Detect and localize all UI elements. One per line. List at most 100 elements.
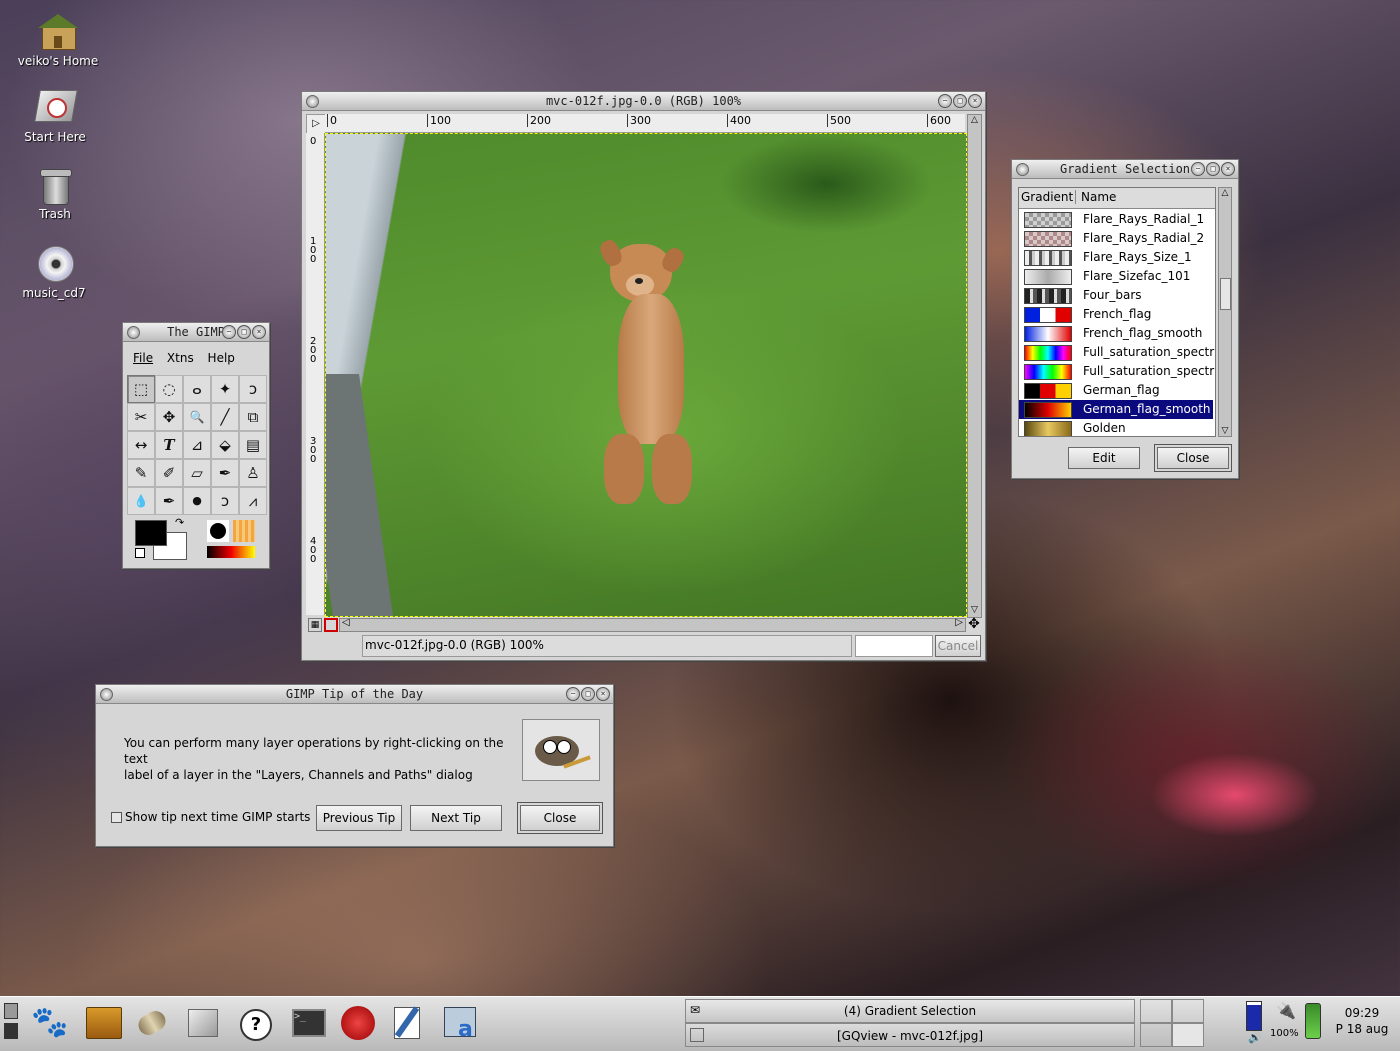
gnome-foot-icon[interactable]: 🐾 — [30, 1003, 70, 1043]
gradient-row[interactable]: Flare_Rays_Size_1 — [1019, 248, 1213, 267]
editor-icon[interactable] — [390, 1003, 430, 1043]
minimize-icon[interactable]: − — [222, 325, 236, 339]
workspace-switcher[interactable] — [4, 1003, 20, 1043]
menu-help[interactable]: Help — [208, 351, 235, 365]
default-colors-icon[interactable] — [135, 548, 145, 558]
edit-button[interactable]: Edit — [1068, 447, 1140, 469]
gradient-row[interactable]: French_flag — [1019, 305, 1213, 324]
brush-preview[interactable] — [207, 520, 229, 542]
close-icon[interactable]: × — [1221, 162, 1235, 176]
drawer-icon[interactable] — [82, 1003, 122, 1043]
desktop-icon-trash[interactable]: Trash — [5, 165, 105, 221]
bucket-fill-tool[interactable]: ⬙ — [211, 431, 239, 459]
minimize-icon[interactable]: − — [566, 687, 580, 701]
pager[interactable] — [1140, 999, 1204, 1047]
paintbrush-tool[interactable]: ✐ — [155, 459, 183, 487]
column-gradient[interactable]: Gradient — [1021, 190, 1076, 204]
column-name[interactable]: Name — [1081, 190, 1116, 204]
close-button[interactable]: Close — [520, 805, 600, 831]
window-menu-icon[interactable] — [127, 326, 140, 339]
close-icon[interactable]: × — [252, 325, 266, 339]
task-gradient-selection[interactable]: ✉ (4) Gradient Selection — [685, 999, 1135, 1023]
desktop-icon-cd[interactable]: music_cd7 — [4, 244, 104, 300]
ruler-corner[interactable]: ▷ — [306, 114, 326, 134]
gradient-row[interactable]: German_flag_smooth — [1019, 400, 1213, 419]
window-menu-icon[interactable] — [306, 95, 319, 108]
task-gqview[interactable]: [GQview - mvc-012f.jpg] — [685, 1023, 1135, 1047]
volume-icon[interactable]: 🔊 — [1248, 1031, 1262, 1044]
window-menu-icon[interactable] — [100, 688, 113, 701]
desktop-icon-home[interactable]: veiko's Home — [8, 12, 108, 68]
airbrush-tool[interactable]: ✒ — [211, 459, 239, 487]
ellipse-select-tool[interactable]: ◌ — [155, 375, 183, 403]
window-app-icon[interactable]: a — [440, 1003, 480, 1043]
navigate-icon[interactable]: ✥ — [966, 616, 982, 632]
dodge-burn-tool[interactable]: ● — [183, 487, 211, 515]
gradient-titlebar[interactable]: Gradient Selection − □ × — [1012, 160, 1238, 179]
mozilla-icon[interactable] — [338, 1003, 378, 1043]
ink-tool[interactable]: ✒ — [155, 487, 183, 515]
fuzzy-select-tool[interactable]: ✦ — [211, 375, 239, 403]
bezier-select-tool[interactable]: ↄ — [239, 375, 267, 403]
horizontal-scrollbar[interactable]: ◁ ▷ — [339, 617, 966, 632]
previous-tip-button[interactable]: Previous Tip — [316, 805, 402, 831]
maximize-icon[interactable]: □ — [1206, 162, 1220, 176]
show-tip-checkbox[interactable] — [111, 812, 122, 823]
close-icon[interactable]: × — [596, 687, 610, 701]
maximize-icon[interactable]: □ — [237, 325, 251, 339]
battery-applet[interactable] — [1246, 1001, 1262, 1031]
quickmask-on-icon[interactable] — [324, 618, 338, 632]
eraser-tool[interactable]: ▱ — [183, 459, 211, 487]
gradient-preview[interactable] — [207, 546, 255, 558]
gradient-row[interactable]: French_flag_smooth — [1019, 324, 1213, 343]
help-icon[interactable]: ? — [234, 1003, 274, 1043]
next-tip-button[interactable]: Next Tip — [410, 805, 502, 831]
color-picker-tool[interactable]: ⊿ — [183, 431, 211, 459]
image-window-titlebar[interactable]: mvc-012f.jpg-0.0 (RGB) 100% − □ × — [302, 92, 985, 111]
window-menu-icon[interactable] — [1016, 163, 1029, 176]
crop-tool[interactable]: ╱ — [211, 403, 239, 431]
panel-icon[interactable] — [132, 1003, 172, 1043]
gradient-row[interactable]: Full_saturation_spectru — [1019, 362, 1215, 381]
quickmask-toggle-icon[interactable]: ▦ — [308, 618, 322, 632]
close-icon[interactable]: × — [968, 94, 982, 108]
maximize-icon[interactable]: □ — [953, 94, 967, 108]
text-tool[interactable]: T — [155, 431, 183, 459]
gradient-row[interactable]: Flare_Rays_Radial_2 — [1019, 229, 1213, 248]
vertical-scrollbar[interactable]: △ ▽ — [967, 114, 982, 618]
brush-pattern-gradient-area[interactable] — [205, 518, 259, 562]
blend-tool[interactable]: ▤ — [239, 431, 267, 459]
gradient-row[interactable]: Golden — [1019, 419, 1213, 436]
gradient-list-scrollbar[interactable]: △ ▽ — [1218, 187, 1232, 437]
magnify-tool[interactable]: 🔍 — [183, 403, 211, 431]
flip-tool[interactable]: ↔ — [127, 431, 155, 459]
desktop-icon-start-here[interactable]: Start Here — [5, 88, 105, 144]
show-tip-label[interactable]: Show tip next time GIMP starts — [125, 810, 310, 824]
maximize-icon[interactable]: □ — [581, 687, 595, 701]
gradient-row[interactable]: Flare_Sizefac_101 — [1019, 267, 1213, 286]
gradient-row[interactable]: German_flag — [1019, 381, 1213, 400]
power-plug-icon[interactable]: 🔌 — [1276, 1001, 1296, 1020]
rect-select-tool[interactable]: ⬚ — [127, 375, 155, 403]
close-button[interactable]: Close — [1157, 447, 1229, 469]
pencil-tool[interactable]: ✎ — [127, 459, 155, 487]
color-area[interactable]: ↷ — [133, 516, 193, 562]
gradient-row[interactable]: Flare_Rays_Radial_1 — [1019, 210, 1213, 229]
move-tool[interactable]: ✥ — [155, 403, 183, 431]
clock[interactable]: 09:29 P 18 aug — [1330, 1005, 1394, 1037]
clone-tool[interactable]: ♙ — [239, 459, 267, 487]
gradient-row[interactable]: Full_saturation_spectru — [1019, 343, 1215, 362]
foreground-color-swatch[interactable] — [135, 520, 167, 546]
cancel-button[interactable]: Cancel — [935, 635, 981, 657]
tip-titlebar[interactable]: GIMP Tip of the Day − □ × — [96, 685, 613, 704]
measure-tool[interactable]: ⩘ — [239, 487, 267, 515]
minimize-icon[interactable]: − — [1191, 162, 1205, 176]
gradient-row[interactable]: Four_bars — [1019, 286, 1213, 305]
swap-colors-icon[interactable]: ↷ — [175, 516, 184, 529]
image-canvas[interactable] — [325, 133, 967, 617]
minimize-icon[interactable]: − — [938, 94, 952, 108]
start-here-icon[interactable] — [182, 1003, 222, 1043]
menu-xtns[interactable]: Xtns — [167, 351, 194, 365]
convolve-tool[interactable]: 💧 — [127, 487, 155, 515]
smudge-tool[interactable]: ↄ — [211, 487, 239, 515]
